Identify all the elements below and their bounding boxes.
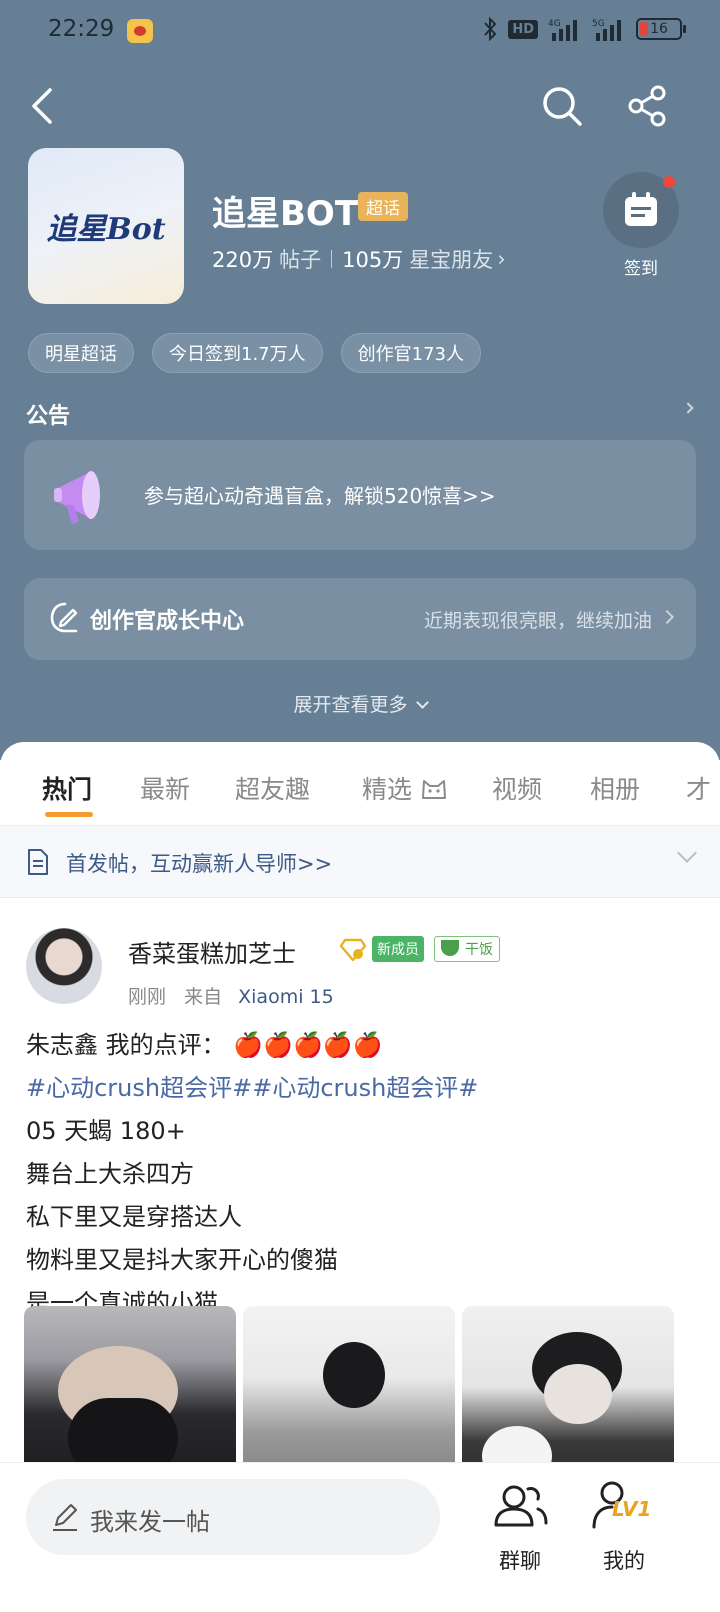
post-photo[interactable] — [462, 1306, 674, 1486]
topic-header: 22:29 HD 4G 5G 16 追星Bot 追星BOT 超话 220万 帖子… — [0, 0, 720, 760]
post-time: 刚刚 — [128, 986, 167, 1008]
post-photo[interactable] — [243, 1306, 455, 1486]
stats-divider — [331, 250, 333, 268]
creator-growth-card[interactable]: 创作官成长中心 近期表现很亮眼，继续加油 — [24, 578, 696, 660]
pinned-post-bar[interactable]: 首发帖，互动赢新人导师>> — [0, 826, 720, 898]
chevron-down-icon[interactable] — [677, 843, 697, 863]
tab-hot[interactable]: 热门 — [42, 770, 92, 806]
creator-desc: 近期表现很亮眼，继续加油 — [423, 610, 652, 632]
tab-album[interactable]: 相册 — [590, 770, 640, 806]
photo-face — [544, 1364, 612, 1424]
topic-title: 追星BOT — [212, 194, 359, 234]
post-body: 朱志鑫 我的点评： 🍎🍎🍎🍎🍎 #心动crush超会评##心动crush超会评#… — [26, 1024, 696, 1325]
document-icon — [28, 849, 48, 875]
battery-icon: 16 — [636, 18, 686, 40]
feed-tabs: 热门 最新 超友趣 精选 视频 相册 才 — [0, 742, 720, 826]
pen-icon — [53, 1504, 77, 1531]
tab-latest[interactable]: 最新 — [140, 770, 190, 806]
post-meta: 刚刚 来自 Xiaomi 15 — [128, 982, 334, 1009]
new-member-badge: 新成员 — [372, 936, 424, 962]
battery-level: 16 — [650, 21, 668, 37]
tab-featured[interactable]: 精选 — [362, 770, 448, 806]
checkin-label[interactable]: 签到 — [603, 254, 679, 279]
friends-count[interactable]: 105万 — [342, 244, 403, 274]
tab-featured-label: 精选 — [362, 775, 413, 804]
post-photo[interactable] — [24, 1306, 236, 1486]
group-chat-button[interactable]: 群聊 — [488, 1475, 552, 1595]
status-icons: HD 4G 5G 16 — [482, 16, 686, 42]
expand-more-button[interactable]: 展开查看更多 — [0, 690, 720, 717]
topic-stats: 220万 帖子 105万 星宝朋友 › — [212, 244, 506, 274]
posts-label: 帖子 — [279, 248, 322, 272]
notice-more-icon[interactable] — [682, 402, 694, 414]
rice-bowl-icon — [441, 940, 459, 956]
author-name[interactable]: 香菜蛋糕加芝士 — [128, 934, 296, 969]
post-line: 05 天蝎 180+ — [26, 1117, 186, 1145]
expand-more-label: 展开查看更多 — [293, 694, 408, 716]
tab-more[interactable]: 才 — [686, 770, 711, 806]
megaphone-icon — [54, 470, 100, 524]
apple-rating: 🍎🍎🍎🍎🍎 — [233, 1031, 383, 1059]
post-line: 物料里又是抖大家开心的傻猫 — [26, 1246, 338, 1274]
share-icon[interactable] — [626, 84, 670, 128]
post-line-text: 朱志鑫 我的点评： — [26, 1031, 226, 1059]
tab-video[interactable]: 视频 — [492, 770, 542, 806]
weibo-notification-icon — [127, 19, 153, 43]
topic-avatar[interactable]: 追星Bot — [28, 148, 184, 304]
bluetooth-icon — [484, 16, 497, 42]
my-profile-button[interactable]: LV1 我的 — [588, 1475, 660, 1595]
post-device: Xiaomi 15 — [238, 986, 334, 1008]
status-bar: 22:29 HD 4G 5G 16 — [0, 0, 720, 64]
signal-5g-icon: 5G — [592, 19, 621, 41]
posts-count: 220万 — [212, 248, 274, 272]
notice-title: 公告 — [26, 404, 71, 429]
signal-4g-icon: 4G — [548, 19, 577, 41]
post-hashtags[interactable]: #心动crush超会评##心动crush超会评# — [26, 1067, 696, 1110]
rice-badge: 干饭 — [434, 936, 500, 962]
post-line: 舞台上大杀四方 — [26, 1160, 194, 1188]
friends-chevron-icon[interactable]: › — [497, 247, 505, 271]
diamond-badge-icon — [340, 938, 366, 962]
status-time: 22:29 — [48, 16, 115, 42]
announcement-card[interactable]: 参与超心动奇遇盲盒，解锁520惊喜>> — [24, 440, 696, 550]
photo-head — [323, 1342, 385, 1408]
announcement-text: 参与超心动奇遇盲盒，解锁520惊喜>> — [144, 484, 496, 508]
back-icon[interactable] — [24, 84, 64, 128]
group-chat-label: 群聊 — [499, 1549, 541, 1573]
friends-label[interactable]: 星宝朋友 — [409, 244, 493, 274]
svg-text:5G: 5G — [592, 19, 605, 29]
search-icon[interactable] — [540, 84, 584, 128]
author-avatar[interactable] — [26, 928, 102, 1004]
level-badge: LV1 — [612, 1497, 652, 1521]
tag-creators[interactable]: 创作官173人 — [340, 333, 481, 373]
chevron-down-icon — [415, 696, 429, 709]
creator-title: 创作官成长中心 — [90, 609, 245, 634]
post-photos — [24, 1306, 696, 1486]
chevron-right-icon — [659, 609, 675, 625]
checkin-notification-dot — [663, 176, 675, 188]
calendar-icon — [625, 192, 657, 226]
post-from-label: 来自 — [184, 986, 223, 1008]
rice-badge-label: 干饭 — [465, 942, 493, 958]
tag-checkin-today[interactable]: 今日签到1.7万人 — [152, 333, 323, 373]
group-chat-icon — [494, 1485, 548, 1527]
topic-tags: 明星超话 今日签到1.7万人 创作官173人 — [28, 333, 481, 373]
bottom-bar: 我来发一帖 群聊 LV1 我的 — [0, 1462, 720, 1612]
my-profile-label: 我的 — [603, 1549, 645, 1573]
pinned-post-text: 首发帖，互动赢新人导师>> — [66, 852, 333, 876]
post-line: 朱志鑫 我的点评： 🍎🍎🍎🍎🍎 — [26, 1024, 696, 1067]
tab-fun[interactable]: 超友趣 — [235, 770, 310, 806]
creator-icon — [50, 602, 78, 633]
compose-post-button[interactable]: 我来发一帖 — [26, 1479, 440, 1555]
active-tab-indicator — [45, 812, 93, 817]
super-topic-badge: 超话 — [358, 192, 408, 221]
post-line: 私下里又是穿搭达人 — [26, 1203, 242, 1231]
cat-icon — [421, 780, 446, 799]
tag-star-topic[interactable]: 明星超话 — [28, 333, 134, 373]
topic-avatar-logo: 追星Bot — [46, 212, 166, 247]
hd-icon: HD — [508, 19, 538, 39]
compose-label: 我来发一帖 — [90, 1508, 210, 1536]
svg-text:4G: 4G — [548, 19, 561, 29]
